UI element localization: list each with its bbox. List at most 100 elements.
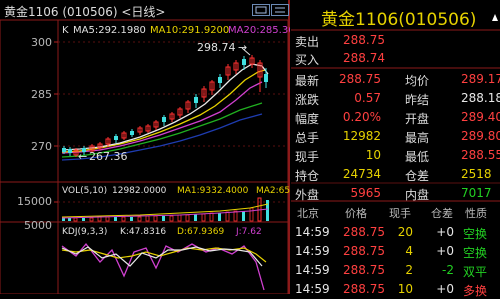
ticks-header: 北京 价格 现手 仓差 性质 [291, 203, 500, 222]
vol-legend-ma2: MA2:65 [256, 186, 290, 196]
stat-value: 288.55 [461, 148, 500, 162]
y-tick-label: 300 [31, 36, 52, 49]
sell-label: 卖出 [295, 35, 320, 49]
tick-price: 288.75 [343, 263, 385, 277]
kdj-legend-k: K:47.8316 [120, 227, 166, 237]
stat-value: 5965 [350, 186, 381, 200]
tick-volume: 4 [405, 244, 413, 258]
restore-icon[interactable] [271, 4, 289, 16]
maximize-icon[interactable] [252, 4, 270, 16]
chart-area[interactable]: 300 285 270 15000 5000 K MA5:292.1980 MA… [0, 0, 290, 294]
stat-value: 0.57 [354, 91, 381, 105]
stat-label: 仓差 [405, 169, 430, 183]
tick-nature: 空换 [463, 227, 488, 241]
stat-value: 12982 [342, 129, 381, 143]
kdj-legend-name: KDJ(9,3,3) [62, 227, 107, 237]
stat-label: 内盘 [405, 188, 430, 202]
candle [264, 74, 268, 82]
stat-row: 幅度 0.20% 开盘 289.40 [291, 108, 500, 127]
stat-row: 总手 12982 最高 289.80 [291, 127, 500, 146]
header-oi-change: 仓差 [431, 207, 453, 220]
tick-time: 14:59 [295, 263, 330, 277]
tick-row[interactable]: 14:59 288.75 10 +0 多换 [291, 280, 500, 299]
stat-label: 持仓 [295, 169, 320, 183]
stat-label: 开盘 [405, 112, 430, 126]
stat-value: 2518 [461, 167, 492, 181]
candle [62, 148, 66, 152]
tick-oi-change: +0 [436, 244, 454, 258]
ma10-legend: MA10:291.9200 [150, 25, 229, 36]
stat-label: 外盘 [295, 188, 320, 202]
tick-time: 14:59 [295, 244, 330, 258]
tick-volume: 2 [405, 263, 413, 277]
y-tick-label: 270 [31, 140, 52, 153]
kdj-legend-d: D:67.9369 [177, 227, 224, 237]
tick-nature: 双平 [463, 265, 488, 279]
header-nature: 性质 [465, 207, 487, 220]
tick-price: 288.75 [343, 225, 385, 239]
header-time: 北京 [297, 207, 319, 220]
chart-canvas: 300 285 270 15000 5000 K MA5:292.1980 MA… [0, 0, 290, 294]
y-tick-label: 285 [31, 88, 52, 101]
tick-row[interactable]: 14:59 288.75 2 -2 双平 [291, 261, 500, 280]
candle [130, 131, 134, 135]
vol-legend-ma1: MA1:9332.4000 [177, 186, 249, 196]
chart-title-bar: 黄金1106 (010506) <日线> [0, 0, 290, 20]
ma10-line [61, 69, 266, 153]
stat-label: 均价 [405, 74, 430, 88]
stat-row: 最新 288.75 均价 289.17 [291, 70, 500, 89]
tick-nature: 多换 [463, 284, 488, 298]
tick-oi-change: +0 [436, 225, 454, 239]
tick-row[interactable]: 14:59 288.75 4 +0 空换 [291, 242, 500, 261]
sell-price: 288.75 [343, 33, 385, 47]
candle [218, 77, 222, 83]
stat-label: 最高 [405, 131, 430, 145]
high-price-label: 298.74 [197, 41, 236, 54]
chart-title: 黄金1106 (010506) <日线> [4, 5, 166, 19]
tick-oi-change: -2 [442, 263, 454, 277]
stat-value: 7017 [461, 186, 492, 200]
buy-price: 288.74 [343, 51, 385, 65]
candle [68, 149, 72, 153]
stat-value: 288.18 [461, 91, 500, 105]
kdj-legend-j: J:7.62 [235, 227, 262, 237]
ma5-legend: MA5:292.1980 [73, 25, 146, 36]
quote-title: 黄金1106(010506) [321, 10, 477, 30]
stat-value: 288.75 [339, 72, 381, 86]
stat-row: 涨跌 0.57 昨结 288.18 [291, 89, 500, 108]
tick-nature: 空换 [463, 246, 488, 260]
tick-row[interactable]: 14:59 288.75 20 +0 空换 [291, 223, 500, 242]
buy-row: 买入 288.74 [291, 49, 500, 68]
stat-label: 昨结 [405, 93, 430, 107]
kdj-k-line [61, 246, 263, 267]
candle [242, 59, 246, 65]
stat-label: 最低 [405, 150, 430, 164]
stat-label: 总手 [295, 131, 320, 145]
scroll-up-icon[interactable] [491, 8, 499, 21]
candle [194, 97, 198, 103]
low-arrow: ← [78, 150, 87, 163]
stat-row: 外盘 5965 内盘 7017 [291, 184, 500, 203]
ma20-legend: MA20:285.36 [228, 25, 290, 36]
stat-value: 289.40 [461, 110, 500, 124]
stat-value: 289.17 [461, 72, 500, 86]
candlesticks [62, 55, 268, 157]
low-price-label: 267.36 [89, 150, 128, 163]
tick-price: 288.75 [343, 244, 385, 258]
tick-time: 14:59 [295, 225, 330, 239]
stat-label: 现手 [295, 150, 320, 164]
vol-legend-value: 12982.0000 [112, 186, 167, 196]
stat-row: 现手 10 最低 288.55 [291, 146, 500, 165]
volume-y-tick-label: 5000 [24, 219, 52, 232]
volume-y-tick-label: 15000 [17, 195, 52, 208]
buy-label: 买入 [295, 53, 320, 67]
candle [114, 136, 118, 140]
stat-value: 10 [365, 148, 381, 162]
stat-label: 涨跌 [295, 93, 320, 107]
stat-value: 289.80 [461, 129, 500, 143]
sell-row: 卖出 288.75 [291, 31, 500, 50]
header-price: 价格 [345, 207, 367, 220]
stat-label: 最新 [295, 74, 320, 88]
header-volume: 现手 [389, 207, 411, 220]
k-label: K [62, 25, 69, 36]
